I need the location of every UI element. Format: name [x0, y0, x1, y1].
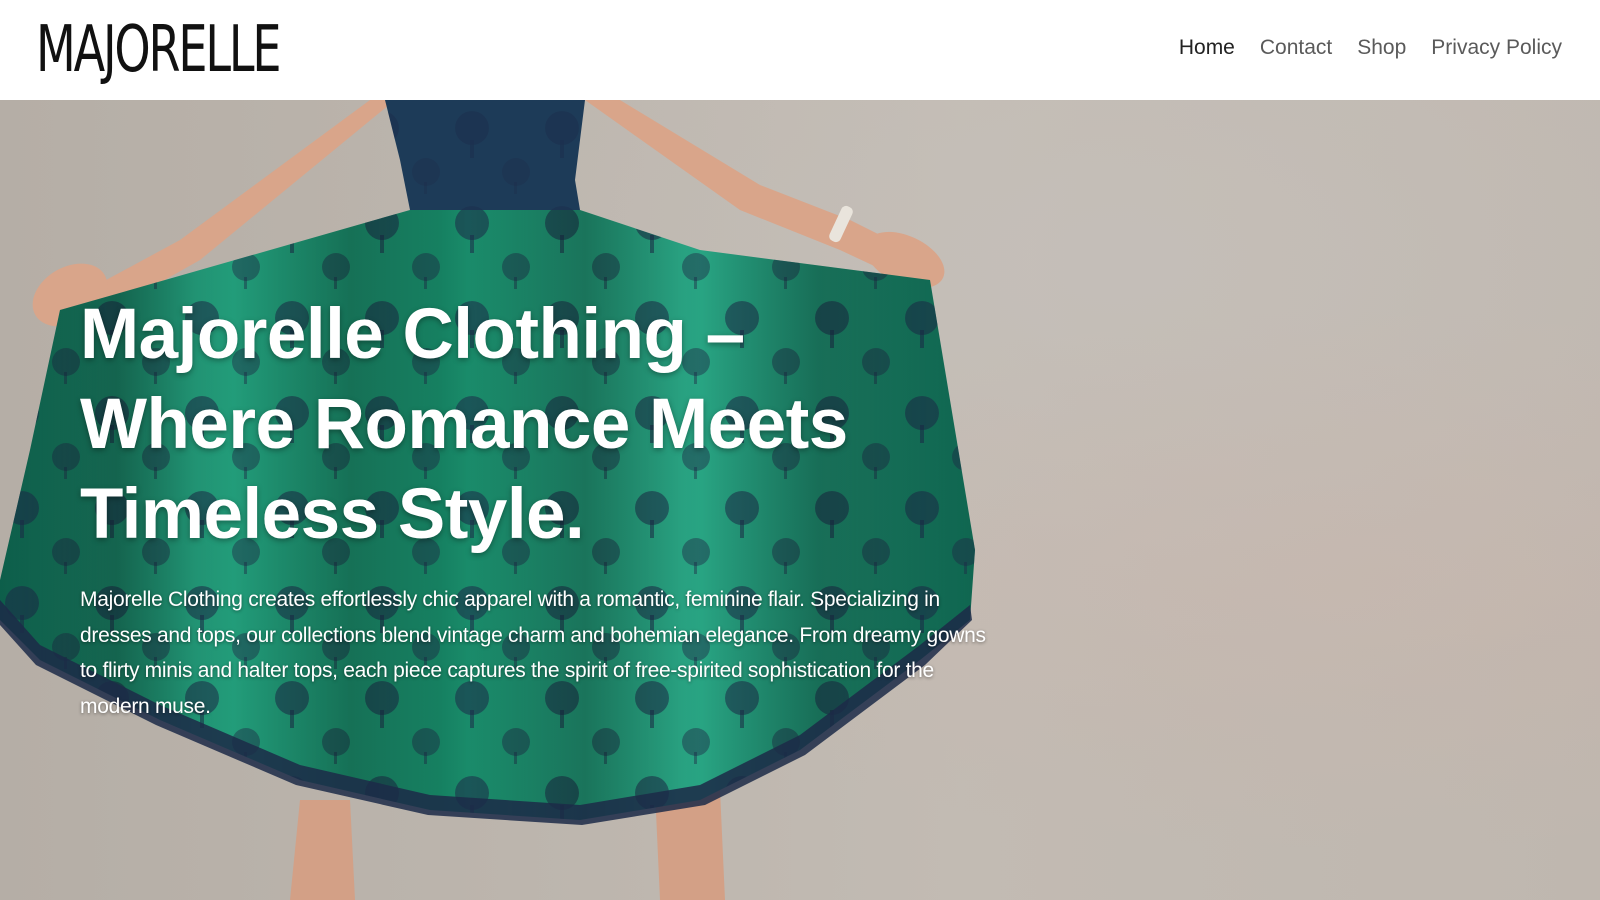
site-logo[interactable]: MAJORELLE — [36, 10, 374, 90]
hero-section: Majorelle Clothing – Where Romance Meets… — [0, 100, 1600, 900]
hero-title: Majorelle Clothing – Where Romance Meets… — [80, 290, 1000, 560]
site-header: MAJORELLE Home Contact Shop Privacy Poli… — [0, 0, 1600, 100]
main-nav: Home Contact Shop Privacy Policy — [1154, 32, 1562, 64]
hero-title-line-1: Majorelle Clothing – — [80, 295, 745, 374]
hero-title-line-3: Timeless Style. — [80, 475, 585, 554]
logo-wordmark: MAJORELLE — [36, 13, 281, 87]
nav-contact-link[interactable]: Contact — [1260, 32, 1332, 64]
hero-content: Majorelle Clothing – Where Romance Meets… — [80, 290, 1000, 724]
hero-title-line-2: Where Romance Meets — [80, 385, 848, 464]
nav-privacy-policy-link[interactable]: Privacy Policy — [1431, 32, 1562, 64]
nav-shop-link[interactable]: Shop — [1357, 32, 1406, 64]
nav-home-link[interactable]: Home — [1179, 32, 1235, 64]
hero-description: Majorelle Clothing creates effortlessly … — [80, 588, 986, 718]
